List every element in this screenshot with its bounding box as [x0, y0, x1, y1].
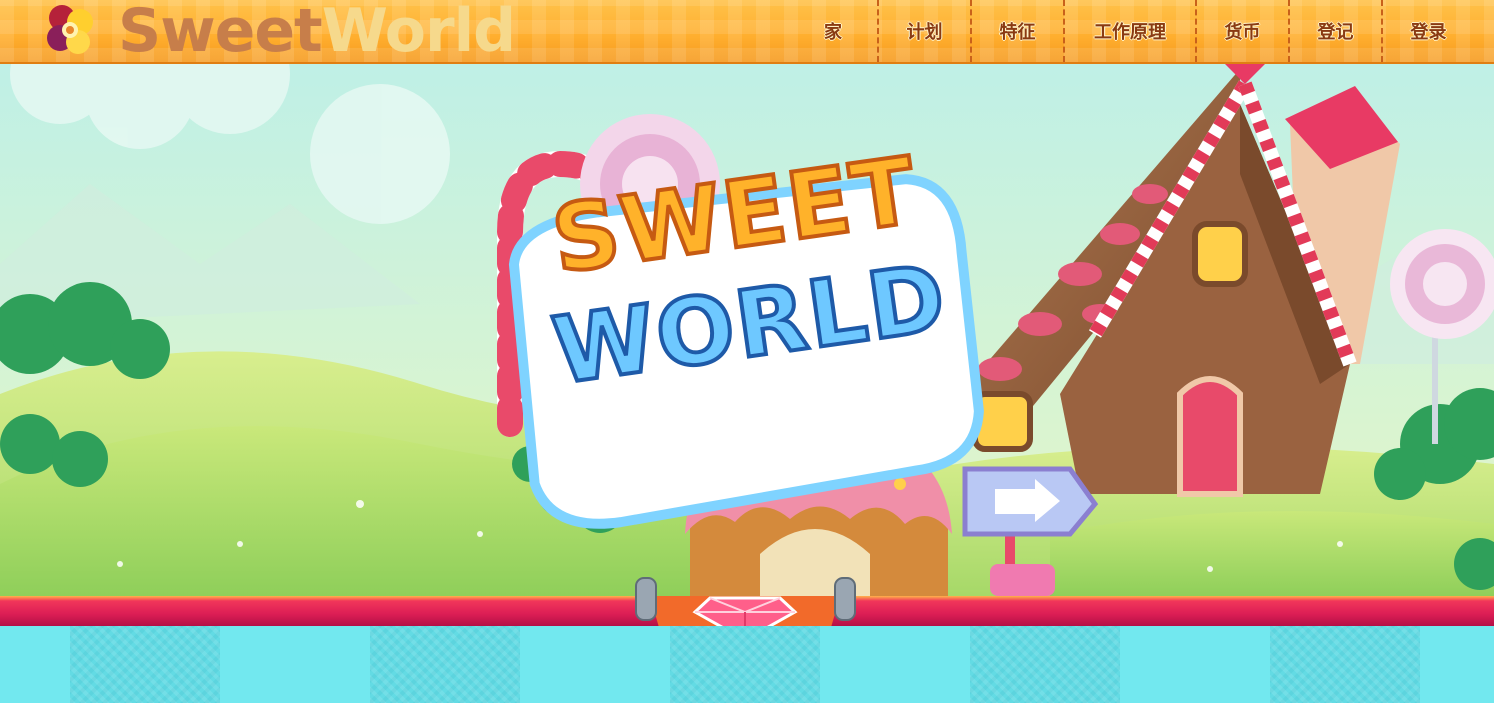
nav-item-login[interactable]: 登录: [1381, 0, 1474, 62]
left-post-icon: [635, 577, 657, 621]
pattern-tile: [370, 626, 520, 703]
bottom-pattern-strip: [0, 626, 1494, 703]
nav-item-plan[interactable]: 计划: [877, 0, 970, 62]
nav-item-features[interactable]: 特征: [970, 0, 1063, 62]
nav-item-currency[interactable]: 货币: [1195, 0, 1288, 62]
pattern-tile: [1270, 626, 1420, 703]
right-post-icon: [834, 577, 856, 621]
site-header: SweetWorld 家 计划 特征 工作原理 货币 登记 登录: [0, 0, 1494, 64]
candy-flower-icon: [47, 5, 93, 54]
nav-item-how-it-works[interactable]: 工作原理: [1063, 0, 1195, 62]
pattern-tile: [970, 626, 1120, 703]
pattern-tile: [670, 626, 820, 703]
brand-word-world: World: [321, 0, 516, 66]
pattern-tile: [70, 626, 220, 703]
game-title-text: SWEET WORLD: [514, 131, 986, 518]
hero-banner: SWEET WORLD: [0, 64, 1494, 596]
brand-word-sweet: Sweet: [118, 0, 323, 66]
site-logo[interactable]: SweetWorld: [40, 0, 516, 62]
nav-item-register[interactable]: 登记: [1288, 0, 1381, 62]
main-nav: 家 计划 特征 工作原理 货币 登记 登录: [789, 0, 1474, 62]
nav-item-home[interactable]: 家: [789, 0, 877, 62]
brand-wordmark: SweetWorld: [118, 0, 516, 62]
